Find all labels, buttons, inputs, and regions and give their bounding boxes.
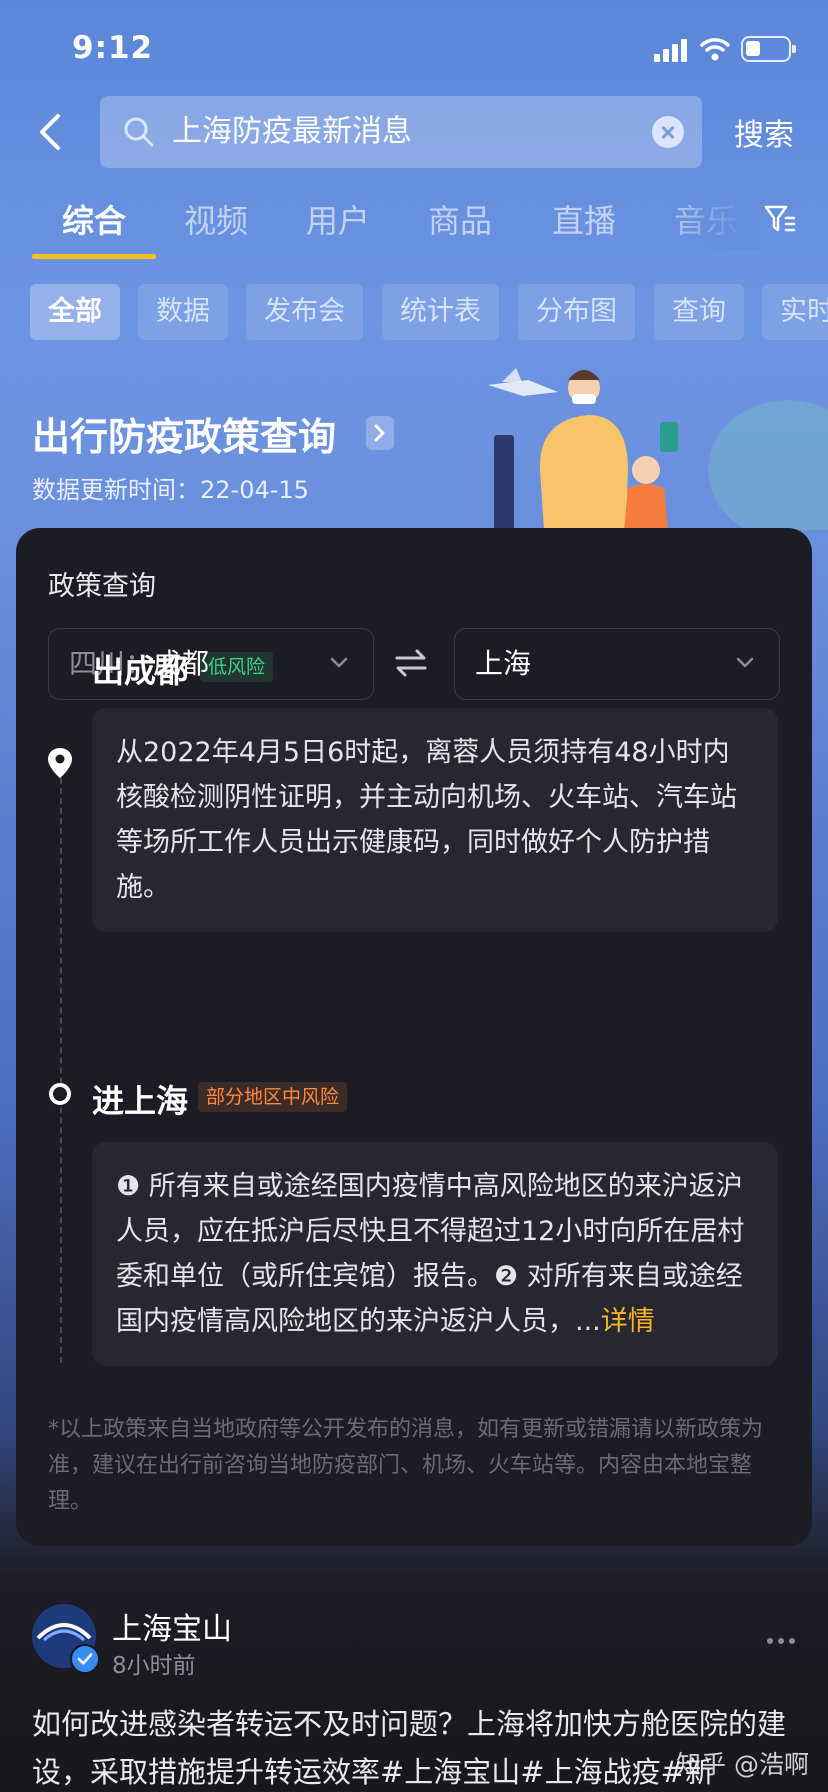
chip-stats[interactable]: 统计表 bbox=[382, 284, 499, 340]
chevron-down-icon bbox=[736, 657, 754, 668]
arrival-risk-badge: 部分地区中风险 bbox=[198, 1082, 348, 1112]
chip-map[interactable]: 分布图 bbox=[518, 284, 635, 340]
ring-icon bbox=[49, 1083, 71, 1105]
tab-products[interactable]: 商品 bbox=[428, 196, 492, 242]
arrival-title: 进上海 bbox=[92, 1082, 189, 1120]
wifi-icon bbox=[700, 38, 730, 61]
verified-icon bbox=[70, 1644, 100, 1674]
location-pin-icon bbox=[48, 748, 72, 778]
chip-press[interactable]: 发布会 bbox=[246, 284, 363, 340]
signal-icon bbox=[654, 38, 688, 62]
departure-policy-text: 从2022年4月5日6时起，离蓉人员须持有48小时内核酸检测阴性证明，并主动向机… bbox=[92, 708, 778, 932]
to-city-select[interactable]: 上海 bbox=[454, 628, 780, 700]
departure-risk-badge: 低风险 bbox=[200, 652, 274, 682]
tab-live[interactable]: 直播 bbox=[552, 196, 616, 242]
chevron-right-icon[interactable] bbox=[366, 416, 394, 450]
policy-card: 政策查询 四川：成都 上海 出成都 低风险 从2022年4月5日6时起，离蓉人员… bbox=[16, 528, 812, 1546]
status-bar: 9:12 bbox=[0, 0, 828, 100]
tab-video[interactable]: 视频 bbox=[184, 196, 248, 242]
chip-all[interactable]: 全部 bbox=[30, 284, 120, 340]
chip-data[interactable]: 数据 bbox=[138, 284, 228, 340]
timeline-line bbox=[60, 768, 62, 1363]
clear-icon[interactable] bbox=[652, 116, 684, 148]
details-link[interactable]: 详情 bbox=[601, 1306, 655, 1337]
banner-update-time: 数据更新时间：22-04-15 bbox=[32, 476, 309, 504]
policy-heading: 政策查询 bbox=[48, 571, 156, 602]
post-author[interactable]: 上海宝山 bbox=[112, 1604, 232, 1648]
search-box[interactable]: 上海防疫最新消息 bbox=[100, 96, 702, 168]
post-time: 8小时前 bbox=[112, 1653, 196, 1679]
banner-title[interactable]: 出行防疫政策查询 bbox=[32, 406, 336, 461]
tab-users[interactable]: 用户 bbox=[306, 196, 370, 242]
departure-title: 出成都 bbox=[92, 652, 189, 690]
back-button[interactable] bbox=[30, 108, 74, 156]
travel-illustration bbox=[488, 368, 828, 530]
tab-fade bbox=[660, 190, 760, 250]
chip-realtime[interactable]: 实时 bbox=[762, 284, 828, 340]
status-time: 9:12 bbox=[72, 30, 154, 66]
search-input[interactable]: 上海防疫最新消息 bbox=[172, 96, 412, 168]
to-city: 上海 bbox=[475, 647, 532, 680]
chevron-down-icon bbox=[330, 657, 348, 668]
arrival-policy-text: ❶ 所有来自或途经国内疫情中高风险地区的来沪返沪人员，应在抵沪后尽快且不得超过1… bbox=[92, 1142, 778, 1366]
tab-comprehensive[interactable]: 综合 bbox=[62, 196, 126, 242]
swap-icon[interactable] bbox=[394, 648, 428, 678]
policy-disclaimer: *以上政策来自当地政府等公开发布的消息，如有更新或错漏请以新政策为准，建议在出行… bbox=[48, 1417, 764, 1514]
watermark: 知乎 @浩啊 bbox=[676, 1750, 809, 1779]
search-button[interactable]: 搜索 bbox=[734, 110, 794, 154]
chip-query[interactable]: 查询 bbox=[654, 284, 744, 340]
tab-active-indicator bbox=[32, 254, 156, 259]
battery-icon bbox=[741, 36, 796, 62]
search-icon bbox=[124, 117, 154, 147]
filter-icon[interactable] bbox=[764, 204, 796, 234]
more-options-icon[interactable] bbox=[766, 1636, 796, 1646]
filter-chips: 全部 数据 发布会 统计表 分布图 查询 实时 bbox=[0, 284, 828, 340]
